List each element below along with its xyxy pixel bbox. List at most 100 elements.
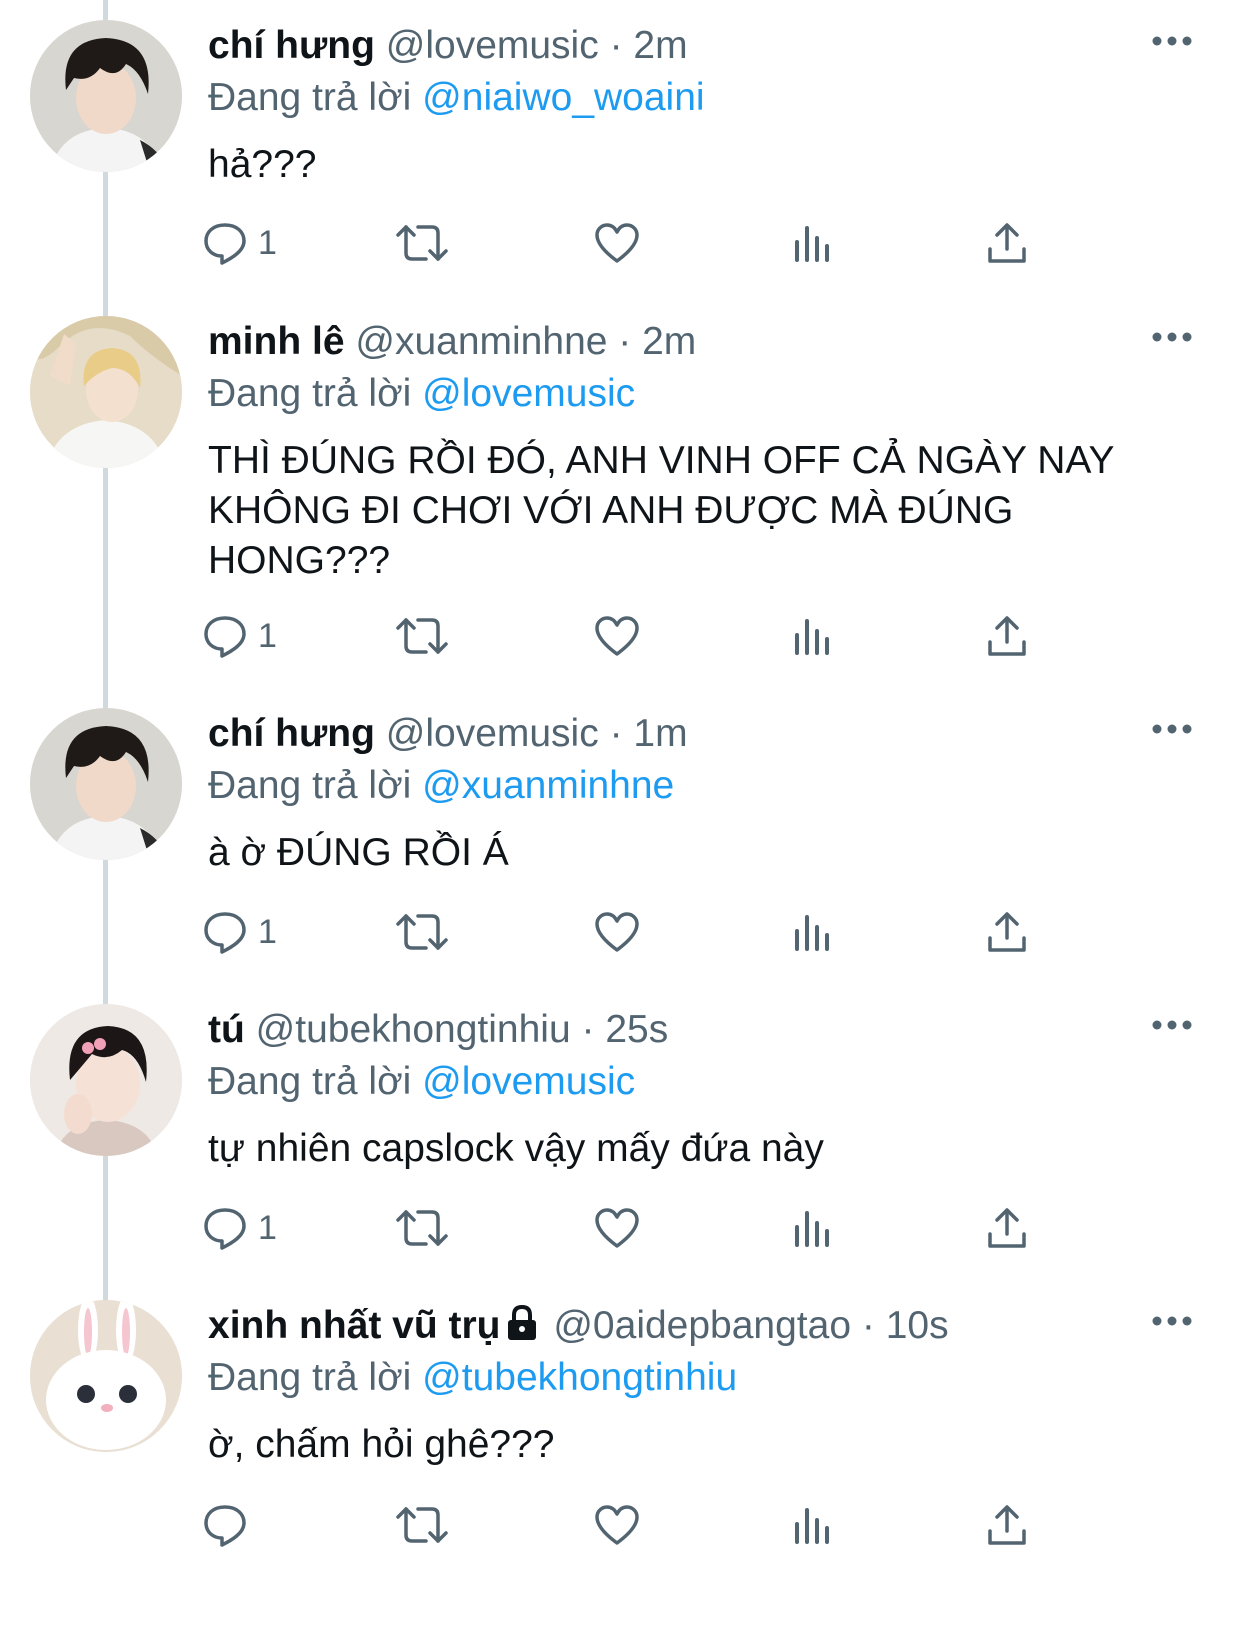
like-button[interactable] [594,1500,640,1550]
display-name[interactable]: minh lê [208,320,345,363]
handle[interactable]: @0aidepbangtao [553,1304,851,1347]
reply-button[interactable]: 1 [202,1203,277,1253]
retweet-button[interactable] [394,907,450,957]
views-button[interactable] [792,611,832,661]
display-name[interactable]: chí hưng [208,712,375,755]
views-icon [795,226,829,262]
display-name[interactable]: tú [208,1008,245,1051]
like-button[interactable] [594,907,640,957]
reply-button[interactable]: 1 [202,218,277,268]
retweet-icon [396,1210,448,1246]
replying-prefix: Đang trả lời [208,1356,412,1399]
mention-link[interactable]: @tubekhongtinhiu [422,1356,737,1399]
share-icon [988,223,1026,263]
like-button[interactable] [594,218,640,268]
avatar[interactable] [30,316,182,468]
reply-button[interactable]: 1 [202,611,277,661]
mention-link[interactable]: @lovemusic [422,372,635,415]
retweet-icon [396,618,448,654]
retweet-icon [396,914,448,950]
share-button[interactable] [986,611,1028,661]
replying-to: Đang trả lời @xuanminhne [208,762,674,810]
timestamp[interactable]: · 2m [618,320,696,363]
avatar[interactable] [30,708,182,860]
tweet[interactable]: tú @tubekhongtinhiu · 25s Đang trả lời @… [0,984,1242,1280]
action-bar [204,1500,1108,1550]
tweet[interactable]: minh lê @xuanminhne · 2m Đang trả lời @l… [0,296,1242,688]
reply-icon [204,1505,246,1547]
boy-hairclip-avatar [30,1004,182,1156]
retweet-icon [396,1507,448,1543]
reply-count: 1 [258,1208,277,1247]
handle[interactable]: @lovemusic [386,24,599,67]
share-button[interactable] [986,1500,1028,1550]
retweet-button[interactable] [394,1500,450,1550]
replying-prefix: Đang trả lời [208,76,412,119]
tweet-text: hả??? [208,143,317,186]
avatar[interactable] [30,1004,182,1156]
tweet[interactable]: xinh nhất vũ trụ @0aidepbangtao · 10s Đa… [0,1280,1242,1652]
boy-dark-hair-avatar [30,708,182,860]
like-button[interactable] [594,611,640,661]
like-button[interactable] [594,1203,640,1253]
share-button[interactable] [986,907,1028,957]
avatar[interactable] [30,20,182,172]
heart-icon [595,1505,639,1545]
heart-icon [595,1208,639,1248]
mention-link[interactable]: @xuanminhne [422,764,674,807]
tweet-header: chí hưng @lovemusic · 2m [208,22,688,70]
views-icon [795,1508,829,1544]
handle[interactable]: @lovemusic [386,712,599,755]
display-name[interactable]: xinh nhất vũ trụ [208,1304,501,1347]
share-button[interactable] [986,1203,1028,1253]
tweet[interactable]: chí hưng @lovemusic · 2m Đang trả lời @n… [0,0,1242,296]
reply-icon [204,616,246,658]
timestamp[interactable]: · 1m [610,712,688,755]
tweet[interactable]: chí hưng @lovemusic · 1m Đang trả lời @x… [0,688,1242,984]
boy-dark-hair-avatar [30,20,182,172]
retweet-button[interactable] [394,218,450,268]
heart-icon [595,616,639,656]
views-button[interactable] [792,218,832,268]
reply-button[interactable]: 1 [202,907,277,957]
replying-to: Đang trả lời @lovemusic [208,370,635,418]
views-button[interactable] [792,1500,832,1550]
retweet-button[interactable] [394,611,450,661]
timestamp[interactable]: · 2m [610,24,688,67]
reply-count: 1 [258,616,277,655]
more-icon[interactable] [1152,722,1192,736]
mention-link[interactable]: @lovemusic [422,1060,635,1103]
timestamp[interactable]: · 10s [862,1304,949,1347]
display-name[interactable]: chí hưng [208,24,375,67]
replying-prefix: Đang trả lời [208,372,412,415]
more-icon[interactable] [1152,1018,1192,1032]
reply-button[interactable] [202,1500,248,1550]
share-icon [988,1208,1026,1248]
reply-icon [204,223,246,265]
handle[interactable]: @xuanminhne [355,320,607,363]
avatar[interactable] [30,1300,182,1452]
timestamp[interactable]: · 25s [582,1008,669,1051]
blonde-boy-avatar [30,316,182,468]
reply-count: 1 [258,223,277,262]
replying-prefix: Đang trả lời [208,1060,412,1103]
share-button[interactable] [986,218,1028,268]
replying-to: Đang trả lời @niaiwo_woaini [208,74,705,122]
mention-link[interactable]: @niaiwo_woaini [422,76,704,119]
share-icon [988,1505,1026,1545]
handle[interactable]: @tubekhongtinhiu [256,1008,571,1051]
replying-to: Đang trả lời @tubekhongtinhiu [208,1354,737,1402]
views-button[interactable] [792,1203,832,1253]
heart-icon [595,912,639,952]
more-icon[interactable] [1152,1314,1192,1328]
action-bar: 1 [204,218,1108,268]
share-icon [988,912,1026,952]
retweet-button[interactable] [394,1203,450,1253]
action-bar: 1 [204,1203,1108,1253]
views-icon [795,619,829,655]
more-icon[interactable] [1152,34,1192,48]
tweet-header: tú @tubekhongtinhiu · 25s [208,1006,668,1054]
views-icon [795,1211,829,1247]
more-icon[interactable] [1152,330,1192,344]
views-button[interactable] [792,907,832,957]
